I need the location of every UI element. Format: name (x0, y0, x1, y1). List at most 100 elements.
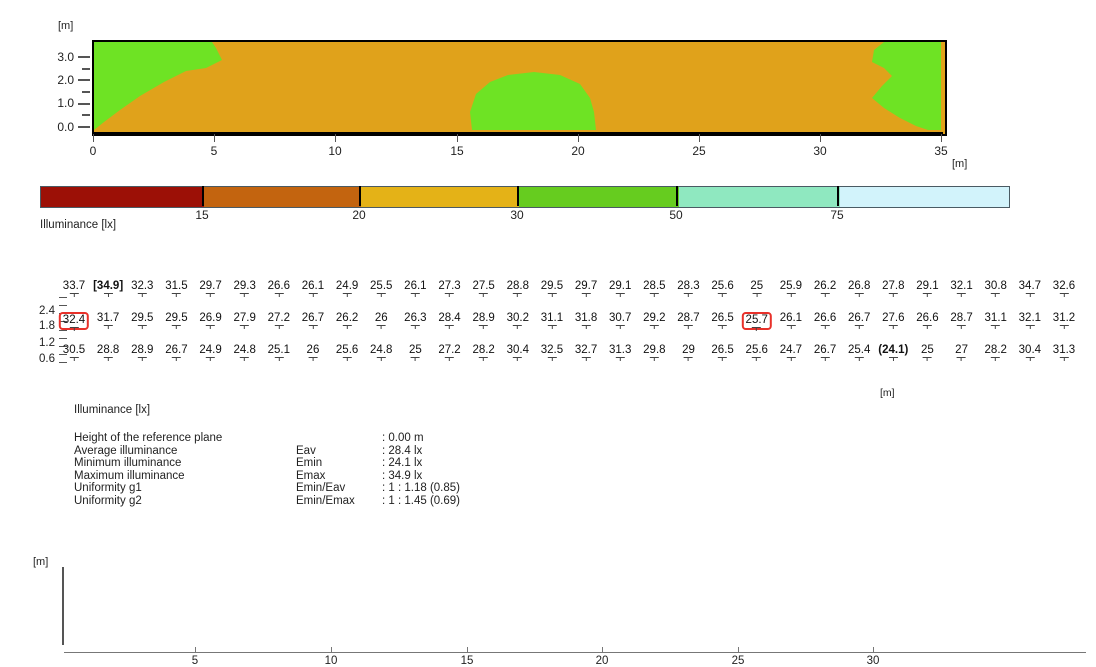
grid-x-axis-line (64, 652, 1086, 653)
isolux-x-tickmark-15 (457, 134, 458, 142)
grid-value-text: 30.4 (506, 344, 529, 356)
grid-value-text: 29.5 (131, 312, 154, 324)
isolux-x-tick-35: 35 (934, 144, 948, 158)
grid-value-cell: 33.7 (62, 280, 86, 297)
grid-value-cell: 28.7 (677, 312, 700, 329)
grid-value-cell: 27.2 (438, 344, 461, 361)
grid-value-text: 26.5 (711, 344, 734, 356)
grid-value-cell: 31.1 (985, 312, 1007, 329)
grid-point-tickmark (308, 357, 318, 361)
grid-value-text: 26.7 (301, 312, 325, 324)
grid-value-text: 26.7 (165, 344, 188, 356)
grid-value-cell: 26.9 (199, 312, 222, 329)
grid-point-tickmark (137, 325, 147, 329)
grid-point-tickmark (342, 357, 352, 361)
grid-point-tickmark (206, 293, 216, 297)
grid-value-text: 26.7 (847, 312, 871, 324)
grid-value-text: 32.5 (540, 344, 564, 356)
grid-value-text: 28.2 (984, 344, 1007, 356)
grid-value-cell: 25.5 (370, 280, 393, 297)
grid-point-tickmark (786, 357, 796, 361)
grid-value-cell: 26.7 (814, 344, 836, 361)
isolux-y-tickmark-minor-b (82, 91, 90, 93)
isolux-x-tickmark-20 (578, 134, 579, 142)
grid-value-cell: 31.7 (97, 312, 119, 329)
grid-value-text: 26.2 (335, 312, 359, 324)
grid-point-tickmark (274, 325, 284, 329)
grid-value-text: 31.2 (1052, 312, 1076, 324)
grid-value-text: 26.1 (779, 312, 803, 324)
grid-value-cell: 24.8 (370, 344, 392, 361)
grid-value-text: 27 (955, 344, 968, 356)
grid-value-text: 26.6 (813, 312, 837, 324)
isolux-y-tick-1: 1.0 (57, 96, 74, 110)
grid-value-text: 25.9 (779, 280, 803, 292)
grid-value-text: 27.2 (438, 344, 461, 356)
grid-value-cell: 29 (682, 344, 695, 361)
grid-value-text: 26.5 (711, 312, 734, 324)
grid-value-text: 33.7 (62, 280, 86, 292)
legend-tick-30: 30 (510, 208, 524, 222)
grid-point-tickmark (888, 293, 898, 297)
isolux-y-axis-unit: [m] (58, 20, 74, 32)
grid-value-cell: 24.9 (199, 344, 222, 361)
grid-value-text: 29 (682, 344, 695, 356)
isolux-x-tickmark-0 (93, 134, 94, 142)
grid-point-tickmark (888, 357, 898, 361)
grid-point-tickmark (410, 357, 420, 361)
grid-value-text: 32.1 (1018, 312, 1042, 324)
grid-point-tickmark (922, 357, 932, 361)
summary-row: Maximum illuminance Emax: 34.9 lx (74, 470, 634, 483)
grid-point-tickmark (957, 357, 967, 361)
summary-value: : 28.4 lx (382, 444, 423, 457)
grid-point-tickmark (752, 293, 762, 297)
grid-value-cell: 26.6 (916, 312, 939, 329)
grid-x-tickmark-25 (738, 647, 739, 652)
grid-point-tickmark (274, 357, 284, 361)
grid-point-tickmark (547, 357, 557, 361)
legend-segment-50-75 (678, 187, 840, 207)
grid-value-cell: 25.4 (848, 344, 870, 361)
grid-value-cell: 31.5 (165, 280, 188, 297)
grid-value-cell: 29.1 (609, 280, 631, 297)
grid-point-tickmark (308, 293, 318, 297)
grid-point-tickmark (171, 357, 181, 361)
grid-row-middle: 32.4 31.7 29.5 29.5 26.9 27.9 27.2 26.7 26.2 26 26… (58, 312, 1086, 338)
grid-point-tickmark (683, 357, 693, 361)
grid-value-text: 26.6 (916, 312, 939, 324)
grid-point-tickmark (1059, 325, 1069, 329)
grid-value-cell: 31.1 (541, 312, 563, 329)
grid-value-text: 29.5 (165, 312, 188, 324)
summary-row: Average illuminance Eav: 28.4 lx (74, 445, 634, 458)
grid-value-text: 25.5 (370, 280, 393, 292)
grid-point-tickmark (206, 357, 216, 361)
isolux-x-tickmark-25 (699, 134, 700, 142)
isolux-field-area (92, 40, 947, 136)
grid-value-cell: 28.3 (677, 280, 700, 297)
grid-value-cell: 30.4 (1019, 344, 1041, 361)
grid-value-text: 34.7 (1018, 280, 1042, 292)
grid-value-cell: 31.8 (574, 312, 598, 329)
grid-point-tickmark (1025, 293, 1035, 297)
grid-point-tickmark (1025, 357, 1035, 361)
grid-value-text: 31.8 (574, 312, 598, 324)
grid-value-cell: 26.6 (268, 280, 290, 297)
grid-point-tickmark (752, 327, 762, 331)
grid-point-tickmark (342, 325, 352, 329)
grid-value-cell: 29.5 (131, 312, 154, 329)
grid-value-cell: 29.5 (165, 312, 188, 329)
isolux-y-tickmark-0 (78, 126, 90, 128)
grid-value-text: 32.7 (574, 344, 598, 356)
grid-x-tick-20: 20 (595, 655, 609, 667)
summary-value: : 1 : 1.18 (0.85) (382, 482, 460, 495)
grid-value-cell: 26.7 (301, 312, 325, 329)
grid-point-tickmark (786, 293, 796, 297)
grid-value-cell: 28.2 (984, 344, 1007, 361)
grid-value-text: 24.8 (233, 344, 256, 356)
grid-value-cell: 25.9 (779, 280, 803, 297)
isolux-y-tickmark-3 (78, 56, 90, 58)
grid-value-cell: 26.3 (404, 312, 427, 329)
grid-value-text: 26 (306, 344, 320, 356)
summary-symbol (296, 432, 382, 445)
grid-point-tickmark (513, 325, 523, 329)
